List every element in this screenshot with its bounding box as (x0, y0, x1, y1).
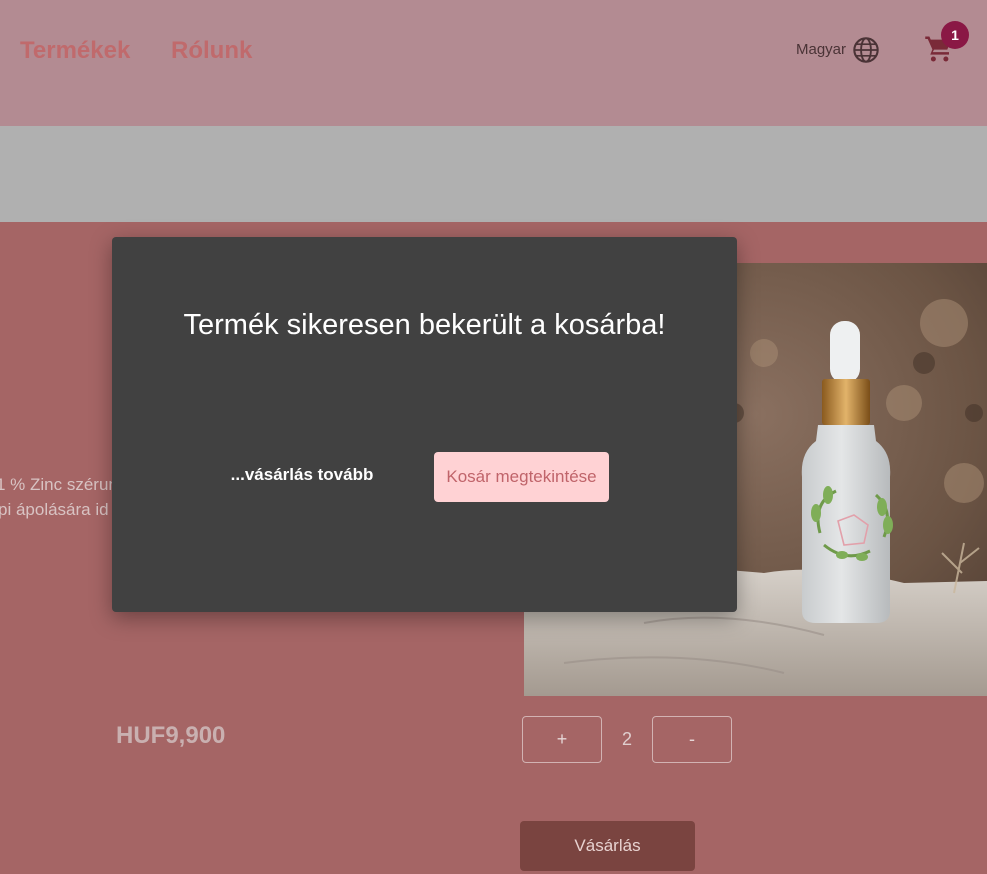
language-label: Magyar (796, 41, 847, 58)
quantity-value: 2 (621, 729, 632, 749)
product-price: HUF9,900 (116, 722, 226, 749)
quantity-increase-button[interactable]: + (522, 716, 602, 763)
globe-icon (853, 37, 879, 63)
buy-button[interactable]: Vásárlás (520, 821, 695, 871)
cart-count-badge: 1 (941, 21, 969, 49)
language-selector[interactable]: Magyar (796, 36, 880, 64)
quantity-decrease-button[interactable]: - (652, 716, 732, 763)
continue-shopping-button[interactable]: ...vásárlás tovább (222, 465, 382, 485)
nav-link-products[interactable]: Termékek (20, 37, 130, 65)
description-line: 1 % Zinc szérum (0, 475, 114, 494)
description-line: pi ápolására id (0, 500, 109, 519)
modal-title: Termék sikeresen bekerült a kosárba! (183, 309, 666, 341)
product-description: 1 % Zinc szérum pi ápolására id (0, 472, 114, 522)
view-cart-button[interactable]: Kosár megtekintése (434, 452, 609, 502)
added-to-cart-modal: Termék sikeresen bekerült a kosárba! ...… (112, 237, 737, 612)
banner (0, 126, 987, 222)
site-header: Termékek Rólunk Magyar (0, 0, 987, 126)
nav-link-about[interactable]: Rólunk (171, 37, 252, 65)
